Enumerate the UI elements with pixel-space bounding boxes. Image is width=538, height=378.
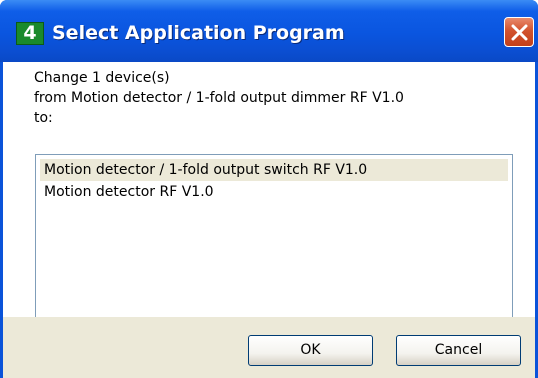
list-item[interactable]: Motion detector RF V1.0 [40, 181, 508, 203]
message-line-to: to: [34, 110, 53, 126]
list-item[interactable]: Motion detector / 1-fold output switch R… [40, 159, 508, 181]
message-text: Change 1 device(s) from Motion detector … [34, 68, 404, 128]
message-line-count: Change 1 device(s) [34, 70, 170, 86]
ets-app-icon: 4 [16, 22, 44, 45]
button-bar: OK Cancel [3, 317, 535, 378]
ok-button[interactable]: OK [248, 335, 373, 366]
title-bar[interactable]: 4 Select Application Program [0, 0, 538, 62]
message-line-from: from Motion detector / 1-fold output dim… [34, 90, 404, 106]
dialog-title: Select Application Program [52, 22, 345, 44]
cancel-button[interactable]: Cancel [396, 335, 521, 366]
select-application-program-dialog: 4 Select Application Program Change 1 de… [0, 0, 538, 378]
close-icon [511, 24, 528, 41]
close-button[interactable] [504, 17, 534, 47]
